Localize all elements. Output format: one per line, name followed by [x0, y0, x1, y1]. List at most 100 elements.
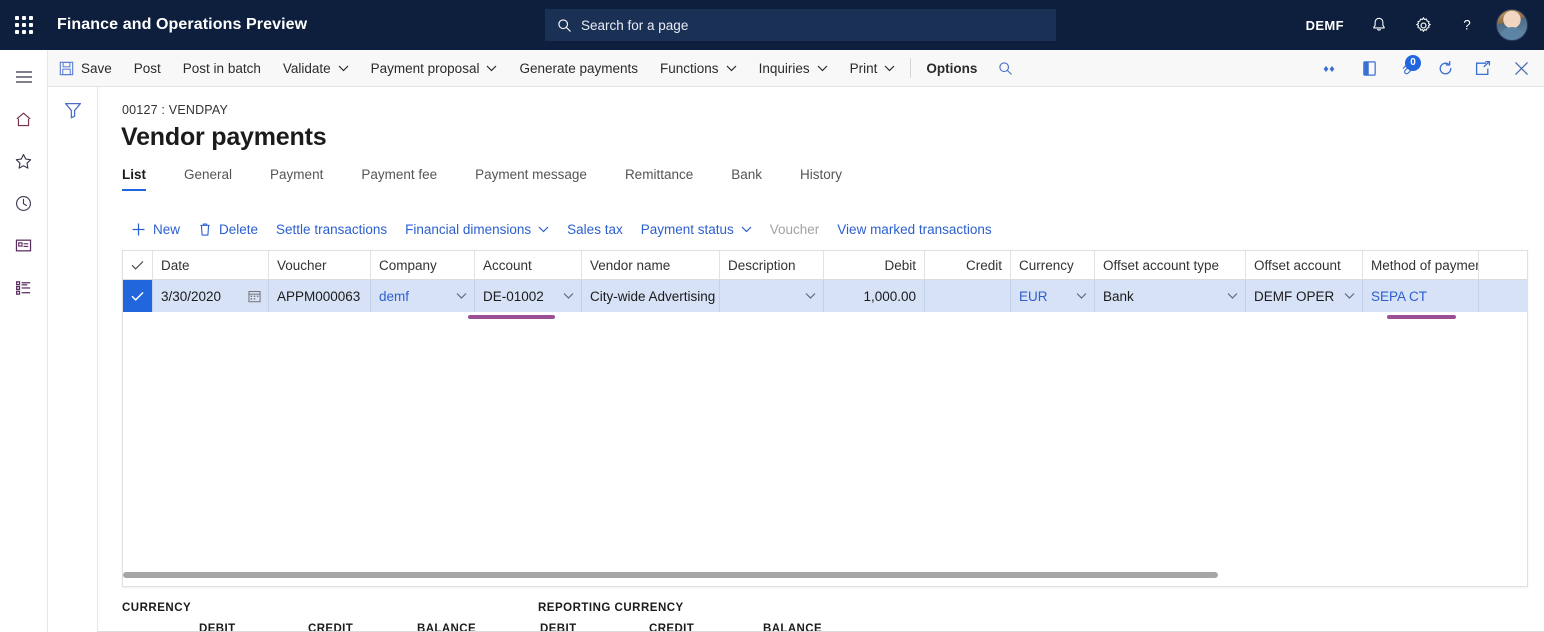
- tab-list[interactable]: List: [122, 167, 146, 191]
- action-command-bar: Save Post Post in batch Validate Payment…: [48, 50, 1544, 87]
- tab-general[interactable]: General: [184, 167, 232, 191]
- cell-voucher-value: APPM000063: [277, 289, 360, 304]
- command-print[interactable]: Print: [839, 50, 907, 87]
- chevron-down-icon[interactable]: [563, 293, 574, 300]
- cell-vendor-name[interactable]: City-wide Advertising: [582, 280, 720, 312]
- cell-debit[interactable]: 1,000.00: [824, 280, 925, 312]
- top-bar-right-cluster: DEMF ?: [1290, 0, 1536, 50]
- cell-offset-account[interactable]: DEMF OPER: [1246, 280, 1363, 312]
- open-in-panel-icon[interactable]: [1350, 50, 1388, 87]
- sales-tax-label: Sales tax: [567, 222, 623, 237]
- tab-bank[interactable]: Bank: [731, 167, 762, 191]
- column-header-company[interactable]: Company: [371, 251, 475, 279]
- grid-scroll-thumb[interactable]: [123, 572, 1218, 578]
- financial-dimensions-button[interactable]: Financial dimensions: [396, 217, 558, 242]
- search-icon: [998, 61, 1013, 76]
- chevron-down-icon[interactable]: [805, 293, 816, 300]
- calendar-icon[interactable]: [248, 290, 261, 303]
- cell-voucher[interactable]: APPM000063: [269, 280, 371, 312]
- table-row[interactable]: 3/30/2020 APPM000063 demf DE-01002: [123, 280, 1527, 312]
- column-header-account[interactable]: Account: [475, 251, 582, 279]
- user-avatar[interactable]: [1496, 9, 1528, 41]
- company-selector[interactable]: DEMF: [1296, 18, 1354, 33]
- cell-method-of-payment[interactable]: SEPA CT: [1363, 280, 1479, 312]
- command-validate[interactable]: Validate: [272, 50, 360, 87]
- attachments-icon[interactable]: 0: [1388, 50, 1426, 87]
- help-question-icon[interactable]: ?: [1448, 6, 1486, 44]
- notifications-bell-icon[interactable]: [1360, 6, 1398, 44]
- chevron-down-icon[interactable]: [456, 293, 467, 300]
- grid-horizontal-scrollbar[interactable]: [123, 572, 1527, 578]
- new-button[interactable]: New: [122, 217, 189, 242]
- command-generate-payments[interactable]: Generate payments: [508, 50, 649, 87]
- cell-company-value: demf: [379, 289, 409, 304]
- command-options[interactable]: Options: [915, 50, 988, 87]
- select-all-checkbox[interactable]: [123, 251, 153, 279]
- column-header-debit[interactable]: Debit: [824, 251, 925, 279]
- hamburger-menu-icon[interactable]: [0, 56, 48, 98]
- cell-company[interactable]: demf: [371, 280, 475, 312]
- voucher-button: Voucher: [761, 217, 829, 242]
- cell-currency[interactable]: EUR: [1011, 280, 1095, 312]
- column-header-offset-account[interactable]: Offset account: [1246, 251, 1363, 279]
- view-marked-transactions-button[interactable]: View marked transactions: [828, 217, 1000, 242]
- page-title: Vendor payments: [121, 123, 326, 152]
- recent-clock-icon[interactable]: [0, 182, 48, 224]
- row-select-checkbox[interactable]: [123, 280, 153, 312]
- relationships-icon[interactable]: [1312, 50, 1350, 87]
- tab-payment-message[interactable]: Payment message: [475, 167, 587, 191]
- delete-button-label: Delete: [219, 222, 258, 237]
- column-header-date[interactable]: Date: [153, 251, 269, 279]
- cell-description[interactable]: [720, 280, 824, 312]
- command-functions[interactable]: Functions: [649, 50, 748, 87]
- waffle-grid-icon: [15, 16, 33, 34]
- workspaces-icon[interactable]: [0, 224, 48, 266]
- sales-tax-button[interactable]: Sales tax: [558, 217, 632, 242]
- column-header-voucher[interactable]: Voucher: [269, 251, 371, 279]
- chevron-down-icon: [338, 65, 349, 72]
- column-header-description[interactable]: Description: [720, 251, 824, 279]
- modules-list-icon[interactable]: [0, 266, 48, 308]
- settle-transactions-button[interactable]: Settle transactions: [267, 217, 396, 242]
- cell-date[interactable]: 3/30/2020: [153, 280, 269, 312]
- close-icon[interactable]: [1502, 50, 1540, 87]
- chevron-down-icon[interactable]: [1344, 293, 1355, 300]
- cell-credit[interactable]: [925, 280, 1011, 312]
- favorites-star-icon[interactable]: [0, 140, 48, 182]
- chevron-down-icon[interactable]: [1076, 293, 1087, 300]
- column-header-offset-account-type[interactable]: Offset account type: [1095, 251, 1246, 279]
- command-functions-label: Functions: [660, 61, 719, 76]
- filter-funnel-icon[interactable]: [48, 101, 98, 119]
- column-header-credit[interactable]: Credit: [925, 251, 1011, 279]
- tab-history[interactable]: History: [800, 167, 842, 191]
- command-bar-search-button[interactable]: [988, 50, 1023, 87]
- command-inquiries[interactable]: Inquiries: [748, 50, 839, 87]
- payment-status-label: Payment status: [641, 222, 734, 237]
- delete-button[interactable]: Delete: [189, 217, 267, 242]
- chevron-down-icon[interactable]: [1227, 293, 1238, 300]
- command-print-label: Print: [850, 61, 878, 76]
- column-header-vendor-name[interactable]: Vendor name: [582, 251, 720, 279]
- app-launcher-button[interactable]: [0, 0, 48, 50]
- page-tab-strip: List General Payment Payment fee Payment…: [122, 167, 880, 191]
- tab-remittance[interactable]: Remittance: [625, 167, 693, 191]
- global-search-box[interactable]: Search for a page: [545, 9, 1056, 41]
- command-post-in-batch-label: Post in batch: [183, 61, 261, 76]
- settings-gear-icon[interactable]: [1404, 6, 1442, 44]
- settle-transactions-label: Settle transactions: [276, 222, 387, 237]
- pop-out-icon[interactable]: [1464, 50, 1502, 87]
- column-header-currency[interactable]: Currency: [1011, 251, 1095, 279]
- cell-offset-account-type[interactable]: Bank: [1095, 280, 1246, 312]
- tab-payment-fee[interactable]: Payment fee: [361, 167, 437, 191]
- refresh-icon[interactable]: [1426, 50, 1464, 87]
- chevron-down-icon: [538, 226, 549, 233]
- command-post-in-batch[interactable]: Post in batch: [172, 50, 272, 87]
- column-header-method-of-payment[interactable]: Method of payment: [1363, 251, 1479, 279]
- payment-status-button[interactable]: Payment status: [632, 217, 761, 242]
- command-payment-proposal[interactable]: Payment proposal: [360, 50, 509, 87]
- cell-account[interactable]: DE-01002: [475, 280, 582, 312]
- command-save[interactable]: Save: [48, 50, 123, 87]
- command-post[interactable]: Post: [123, 50, 172, 87]
- home-icon[interactable]: [0, 98, 48, 140]
- tab-payment[interactable]: Payment: [270, 167, 323, 191]
